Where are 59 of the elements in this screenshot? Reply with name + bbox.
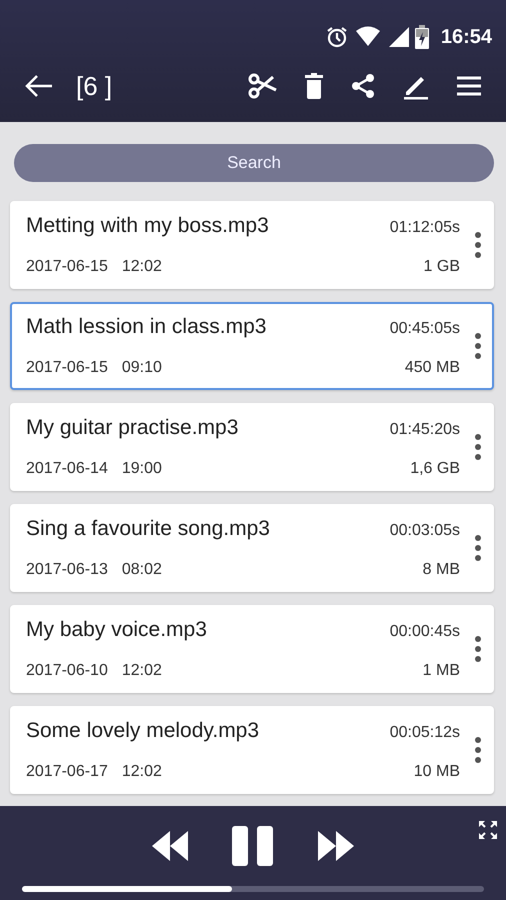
more-icon[interactable] xyxy=(474,635,482,663)
recording-card[interactable]: Math lession in class.mp3 00:45:05s 2017-06-15 09:10 450 MB xyxy=(10,302,494,390)
more-icon[interactable] xyxy=(474,736,482,764)
recording-card[interactable]: Sing a favourite song.mp3 00:03:05s 2017-06-13 08:02 8 MB xyxy=(10,504,494,592)
record-date: 2017-06-15 xyxy=(26,258,108,276)
selection-count: [6 ] xyxy=(76,70,112,102)
more-icon[interactable] xyxy=(474,534,482,562)
duration: 00:05:12s xyxy=(390,724,460,742)
record-time: 12:02 xyxy=(122,763,162,781)
recording-card[interactable]: My baby voice.mp3 00:00:45s 2017-06-10 12:02 1 MB xyxy=(10,605,494,693)
file-name: Math lession in class.mp3 xyxy=(26,315,268,339)
recording-card[interactable]: Metting with my boss.mp3 01:12:05s 2017-06-15 12:02 1 GB xyxy=(10,201,494,289)
duration: 01:12:05s xyxy=(390,219,460,237)
record-time: 09:10 xyxy=(122,359,162,377)
more-icon[interactable] xyxy=(474,231,482,259)
duration: 00:00:45s xyxy=(390,623,460,641)
progress-track[interactable] xyxy=(22,886,484,892)
status-time: 16:54 xyxy=(440,26,492,48)
file-size: 8 MB xyxy=(422,561,460,579)
recording-card[interactable]: Some lovely melody.mp3 00:05:12s 2017-06-17 12:02 10 MB xyxy=(10,706,494,794)
duration: 00:45:05s xyxy=(390,320,460,338)
record-date: 2017-06-17 xyxy=(26,763,108,781)
file-size: 10 MB xyxy=(414,763,460,781)
duration: 00:03:05s xyxy=(390,522,460,540)
scissors-icon[interactable] xyxy=(246,72,278,100)
file-name: My guitar practise.mp3 xyxy=(26,416,240,440)
fast-forward-icon[interactable] xyxy=(318,831,354,861)
record-time: 08:02 xyxy=(122,561,162,579)
record-time: 12:02 xyxy=(122,258,162,276)
pause-icon[interactable] xyxy=(232,826,274,866)
share-icon[interactable] xyxy=(350,73,376,99)
record-date: 2017-06-14 xyxy=(26,460,108,478)
record-date: 2017-06-13 xyxy=(26,561,108,579)
battery-icon xyxy=(414,25,429,49)
record-time: 12:02 xyxy=(122,662,162,680)
file-size: 450 MB xyxy=(404,359,460,377)
signal-icon xyxy=(386,26,409,48)
record-date: 2017-06-10 xyxy=(26,662,108,680)
wifi-icon xyxy=(354,26,381,48)
recording-card[interactable]: My guitar practise.mp3 01:45:20s 2017-06-14 19:00 1,6 GB xyxy=(10,403,494,491)
back-button[interactable] xyxy=(24,74,54,98)
search-field[interactable]: Search xyxy=(14,144,494,182)
file-name: My baby voice.mp3 xyxy=(26,618,208,642)
menu-icon[interactable] xyxy=(456,75,482,97)
file-name: Some lovely melody.mp3 xyxy=(26,719,260,743)
alarm-icon xyxy=(324,25,349,49)
file-size: 1 GB xyxy=(424,258,460,276)
file-name: Metting with my boss.mp3 xyxy=(26,214,270,238)
fullscreen-icon[interactable] xyxy=(478,820,498,840)
more-icon[interactable] xyxy=(474,332,482,360)
duration: 01:45:20s xyxy=(390,421,460,439)
file-size: 1,6 GB xyxy=(410,460,460,478)
file-size: 1 MB xyxy=(422,662,460,680)
delete-icon[interactable] xyxy=(304,73,324,99)
record-date: 2017-06-15 xyxy=(26,359,108,377)
record-time: 19:00 xyxy=(122,460,162,478)
rewind-icon[interactable] xyxy=(152,831,188,861)
file-name: Sing a favourite song.mp3 xyxy=(26,517,271,541)
more-icon[interactable] xyxy=(474,433,482,461)
